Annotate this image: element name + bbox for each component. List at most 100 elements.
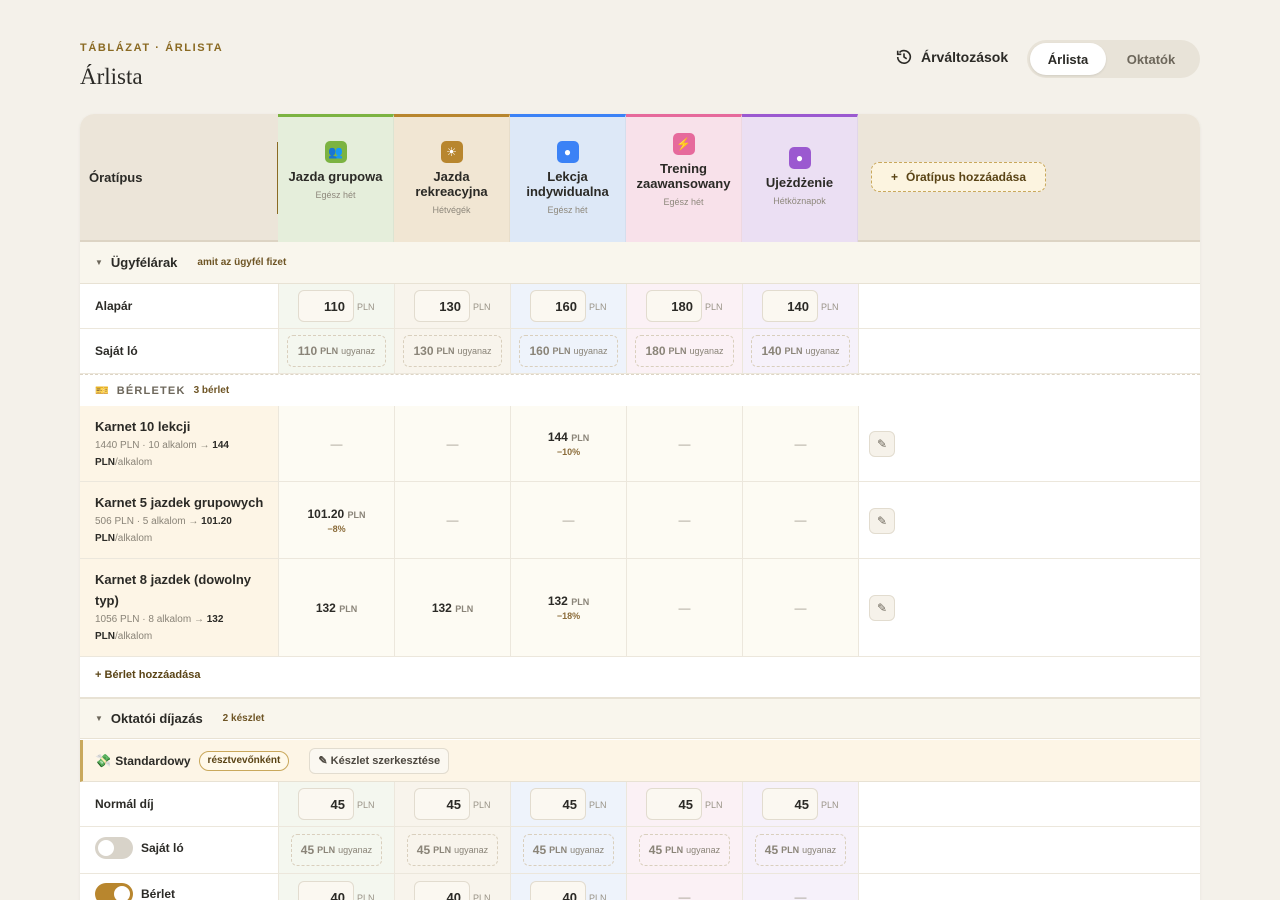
- column-name: Lekcja indywidualna: [526, 169, 609, 199]
- price-input[interactable]: 180: [646, 290, 702, 322]
- same-label: ugyanaz: [338, 845, 373, 855]
- inherited-price-field[interactable]: 160 PLN ugyanaz: [519, 335, 618, 367]
- plus-icon: +: [890, 170, 898, 184]
- pass-cell: 132 PLN −18%: [510, 559, 626, 656]
- column-header[interactable]: ☀ Jazda rekreacyjna Hétvégék: [394, 114, 510, 242]
- currency-unit: PLN: [821, 800, 839, 810]
- add-pass-button[interactable]: + Bérlet hozzáadása: [95, 669, 200, 681]
- column-header[interactable]: ● Lekcja indywidualna Egész hét: [510, 114, 626, 242]
- same-label: ugyanaz: [689, 346, 724, 356]
- price-input[interactable]: 45: [530, 788, 586, 820]
- pass-cell: —: [742, 559, 858, 656]
- column-schedule: Hétvégék: [432, 205, 471, 215]
- inherited-price-cell: 130 PLN ugyanaz: [394, 329, 510, 373]
- edit-pass-button[interactable]: ✎: [869, 508, 895, 534]
- inherited-price-field[interactable]: 180 PLN ugyanaz: [635, 335, 734, 367]
- inherited-price-field[interactable]: 130 PLN ugyanaz: [403, 335, 502, 367]
- price-input[interactable]: 45: [646, 788, 702, 820]
- pass-cell: —: [626, 559, 742, 656]
- same-label: ugyanaz: [570, 845, 605, 855]
- tab-instructors[interactable]: Oktatók: [1106, 43, 1196, 75]
- column-header[interactable]: ● Ujeżdżenie Hétköznapok: [742, 114, 858, 242]
- pass-price: 132 PLN: [547, 594, 590, 608]
- pass-cell: —: [394, 406, 510, 481]
- price-input[interactable]: 40: [298, 881, 354, 900]
- price-input[interactable]: 130: [414, 290, 470, 322]
- price-history-button[interactable]: Árváltozások: [895, 48, 1008, 66]
- currency-unit: PLN: [589, 800, 607, 810]
- empty-value: —: [678, 436, 691, 451]
- tab-pricelist[interactable]: Árlista: [1030, 43, 1106, 75]
- pricing-table: Óratípus 👥 Jazda grupowa Egész hét ☀ Jazd…: [80, 114, 1200, 900]
- pass-cell: —: [742, 406, 858, 481]
- price-input[interactable]: 40: [414, 881, 470, 900]
- pass-name: Karnet 5 jazdek grupowych: [95, 495, 264, 510]
- inherited-price-field[interactable]: 45 PLN ugyanaz: [755, 834, 846, 866]
- ticket-icon: 🎫: [95, 385, 109, 397]
- edit-rate-set-button[interactable]: ✎ Készlet szerkesztése: [309, 747, 450, 774]
- inherited-price-cell: 45 PLN ugyanaz: [394, 827, 510, 873]
- inherited-price-field[interactable]: 140 PLN ugyanaz: [751, 335, 850, 367]
- empty-value: —: [446, 436, 459, 451]
- inherited-value: 45: [416, 843, 431, 857]
- edit-pass-button[interactable]: ✎: [869, 595, 895, 621]
- inherited-price-field[interactable]: 45 PLN ugyanaz: [407, 834, 498, 866]
- empty-value: —: [794, 600, 807, 615]
- inherited-value: 45: [648, 843, 663, 857]
- price-input[interactable]: 45: [298, 788, 354, 820]
- section-client-prices[interactable]: ▼ Ügyfélárak amit az ügyfél fizet: [80, 242, 1200, 284]
- pass-cell: —: [278, 406, 394, 481]
- pass-cell: —: [742, 482, 858, 558]
- currency-unit: PLN: [589, 302, 607, 312]
- price-cell: 40 PLN: [510, 874, 626, 900]
- plus-icon: +: [95, 669, 102, 681]
- empty-value: —: [794, 436, 807, 451]
- row-label: Normál díj: [95, 797, 154, 811]
- price-cell: 160 PLN: [510, 284, 626, 328]
- price-cell: 130 PLN: [394, 284, 510, 328]
- circle-icon: ●: [556, 141, 579, 163]
- edit-pass-button[interactable]: ✎: [869, 431, 895, 457]
- price-input[interactable]: 45: [762, 788, 818, 820]
- pass-cell: —: [510, 482, 626, 558]
- inherited-price-field[interactable]: 110 PLN ugyanaz: [287, 335, 386, 367]
- pass-price: 132 PLN: [431, 600, 474, 615]
- pass-cell: —: [394, 482, 510, 558]
- price-cell: 110 PLN: [278, 284, 394, 328]
- inherited-price-field[interactable]: 45 PLN ugyanaz: [523, 834, 614, 866]
- column-schedule: Hétköznapok: [773, 196, 826, 206]
- own-horse-toggle[interactable]: [95, 837, 133, 859]
- same-label: ugyanaz: [573, 346, 608, 356]
- currency-unit: PLN: [473, 893, 491, 900]
- row-label: Alapár: [95, 299, 133, 313]
- same-label: ugyanaz: [457, 346, 492, 356]
- price-history-label: Árváltozások: [921, 49, 1009, 65]
- inherited-price-field[interactable]: 45 PLN ugyanaz: [639, 834, 730, 866]
- pass-description: 1440 PLN · 10 alkalom → 144 PLN/alkalom: [95, 440, 229, 468]
- price-cell: 180 PLN: [626, 284, 742, 328]
- pass-cell: 132 PLN: [278, 559, 394, 656]
- currency-unit: PLN: [473, 302, 491, 312]
- section-note: 2 készlet: [222, 713, 265, 724]
- price-cell: 45 PLN: [278, 782, 394, 826]
- column-header[interactable]: 👥 Jazda grupowa Egész hét: [278, 114, 394, 242]
- column-header[interactable]: ⚡ Trening zaawansowany Egész hét: [626, 114, 742, 242]
- inherited-price-cell: 45 PLN ugyanaz: [742, 827, 858, 873]
- circle-icon: ●: [788, 147, 811, 169]
- inherited-price-field[interactable]: 45 PLN ugyanaz: [291, 834, 382, 866]
- price-input[interactable]: 45: [414, 788, 470, 820]
- add-lesson-type-button[interactable]: + Óratípus hozzáadása: [871, 162, 1046, 192]
- price-input[interactable]: 140: [762, 290, 818, 322]
- pass-toggle[interactable]: [95, 883, 133, 900]
- price-input[interactable]: 40: [530, 881, 586, 900]
- add-lesson-type-label: Óratípus hozzáadása: [905, 170, 1027, 184]
- rate-set-badge: résztvevőnként: [198, 750, 290, 771]
- price-input[interactable]: 160: [530, 290, 586, 322]
- view-switcher: Árlista Oktatók: [1027, 40, 1200, 78]
- pencil-icon: ✎: [876, 514, 888, 528]
- price-input[interactable]: 110: [298, 290, 354, 322]
- section-instructor-pay[interactable]: ▼ Oktatói díjazás 2 készlet: [80, 697, 1200, 739]
- currency-unit: PLN: [433, 845, 452, 855]
- empty-value: —: [794, 513, 807, 527]
- discount-label: −18%: [556, 611, 581, 621]
